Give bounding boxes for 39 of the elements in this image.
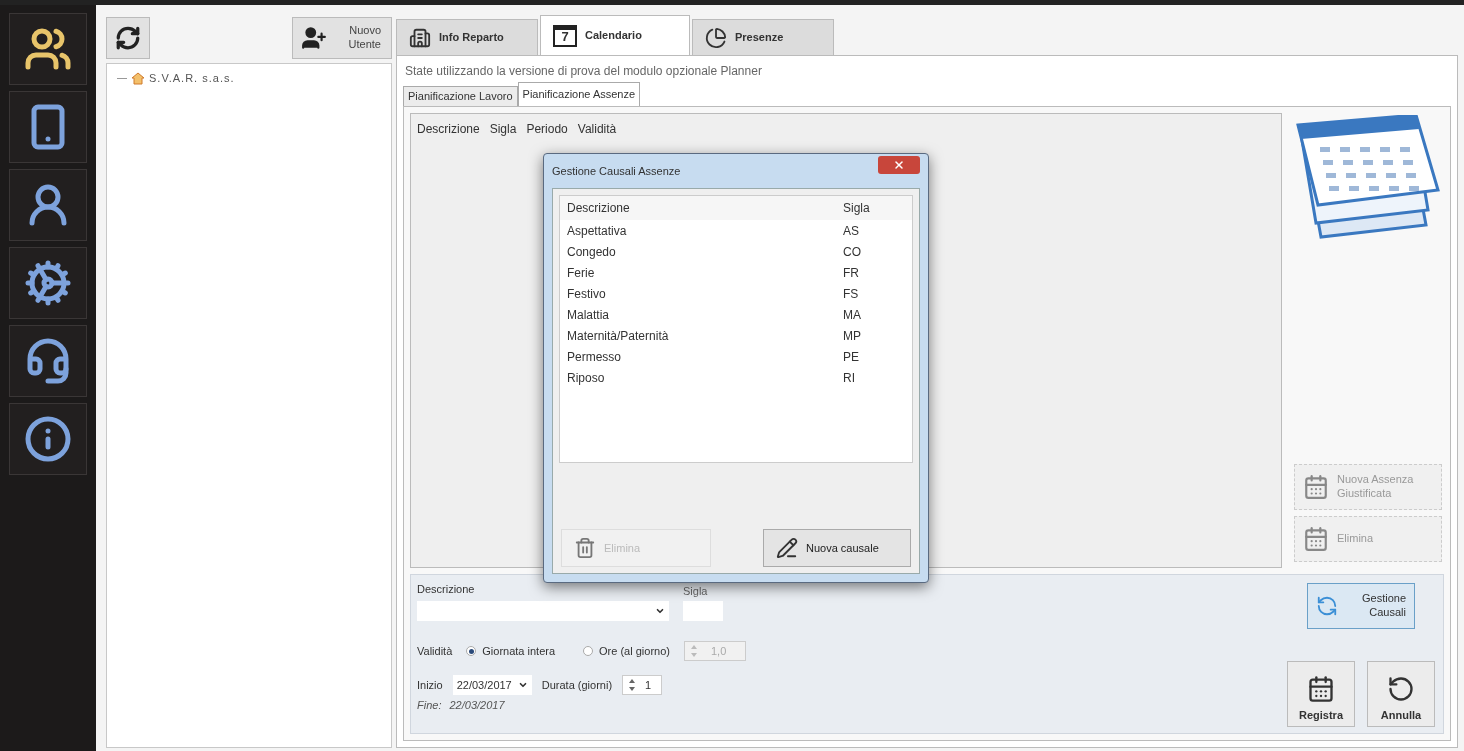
column-header[interactable]: Periodo	[526, 120, 568, 138]
field-label: Sigla	[683, 584, 708, 597]
tab[interactable]: Info Reparto	[396, 19, 538, 55]
list-row[interactable]: Malattia MA	[560, 304, 912, 325]
field-label: Inizio	[417, 677, 443, 693]
end-date-text: 22/03/2017	[449, 698, 505, 713]
tree-item[interactable]: S.V.A.R. s.a.s.	[149, 70, 235, 87]
list-row[interactable]: Riposo RI	[560, 367, 912, 388]
list-row[interactable]: Congedo CO	[560, 241, 912, 262]
notice-text: State utilizzando la versione di prova del modulo opzionale Planner	[405, 63, 763, 80]
dialog-title: Gestione Causali Assenze	[552, 163, 681, 179]
field-label: Fine:	[417, 698, 442, 713]
gestione-causali-button[interactable]: Gestione Causali	[1307, 583, 1415, 629]
field-label: Descrizione	[417, 582, 476, 597]
tab[interactable]: Presenze	[692, 19, 834, 55]
action-button[interactable]: Annulla	[1367, 661, 1435, 727]
radio-option[interactable]: Giornata intera	[466, 642, 556, 660]
column-header[interactable]: Sigla	[489, 120, 517, 138]
sub-tab[interactable]: Pianificazione Lavoro	[403, 86, 518, 106]
list-row[interactable]: Maternità/Paternità MP	[560, 325, 912, 346]
list-row[interactable]: Festivo FS	[560, 283, 912, 304]
column-header[interactable]: Descrizione	[417, 120, 480, 138]
column-header[interactable]: Sigla	[843, 199, 870, 217]
list-row[interactable]: Ferie FR	[560, 262, 912, 283]
field-label: Validità	[417, 643, 453, 659]
list-row[interactable]: Aspettativa AS	[560, 220, 912, 241]
new-user-button[interactable]: Nuovo Utente	[292, 17, 392, 59]
sub-tab[interactable]: Pianificazione Assenze	[517, 82, 641, 106]
column-header[interactable]: Descrizione	[567, 199, 843, 217]
radio-option[interactable]: Ore (al giorno)	[583, 642, 670, 660]
dialog-button[interactable]: Nuova causale	[763, 529, 911, 567]
list-row[interactable]: Permesso PE	[560, 346, 912, 367]
tab[interactable]: 7 Calendario	[540, 15, 690, 55]
calendar-icon: 7	[553, 24, 577, 47]
column-header[interactable]: Validità	[577, 120, 617, 138]
duration-spinner[interactable]: 1	[622, 675, 663, 695]
field-label: Durata (giorni)	[541, 677, 613, 693]
date-picker[interactable]: 22/03/2017	[452, 675, 532, 695]
action-button[interactable]: Registra	[1287, 661, 1355, 727]
